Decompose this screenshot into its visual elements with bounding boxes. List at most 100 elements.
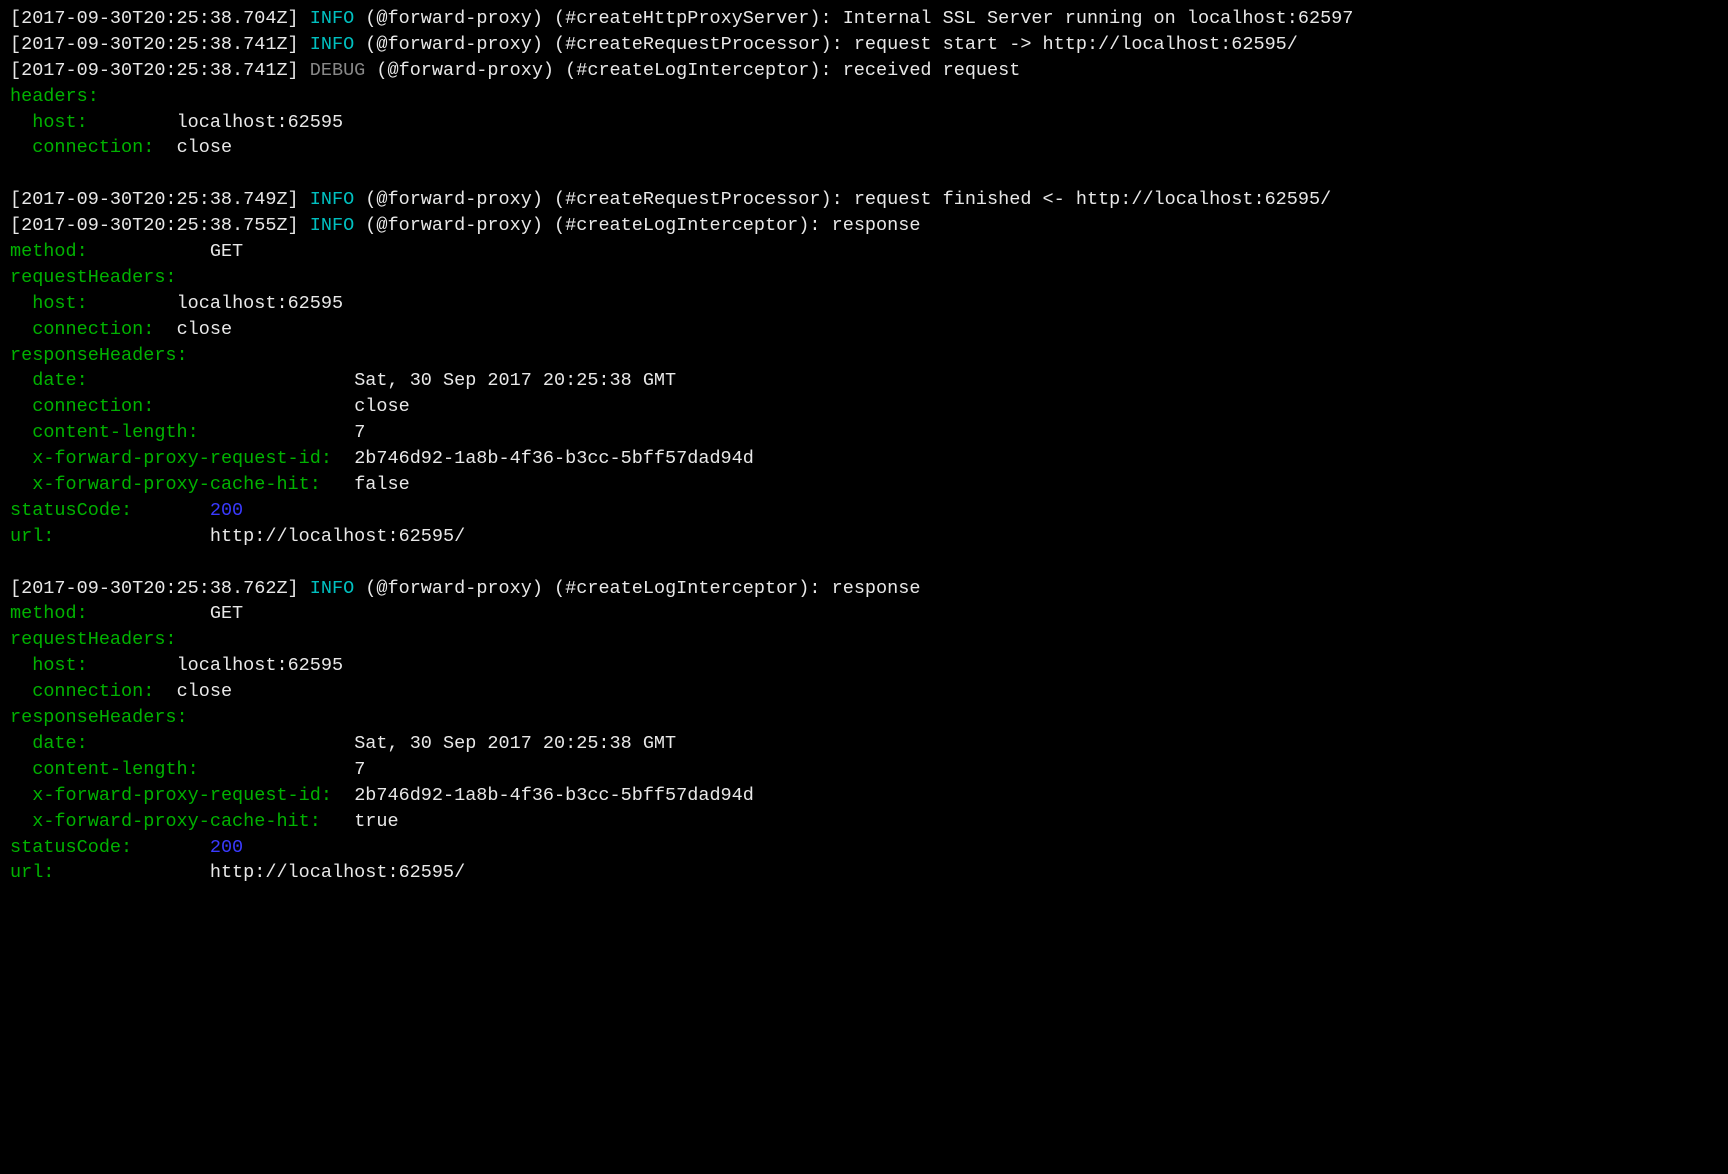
log-line: [2017-09-30T20:25:38.741Z] INFO (@forwar… (10, 32, 1718, 58)
log-message: received request (843, 60, 1021, 81)
log-namespace: (@forward-proxy) (365, 578, 543, 599)
log-namespace: (@forward-proxy) (365, 215, 543, 236)
log-line: responseHeaders: (10, 343, 1718, 369)
log-line: headers: (10, 84, 1718, 110)
log-line: statusCode: 200 (10, 498, 1718, 524)
log-timestamp: [2017-09-30T20:25:38.755Z] (10, 215, 299, 236)
kv-value: 7 (354, 422, 365, 443)
kv-key: requestHeaders: (10, 629, 177, 650)
log-timestamp: [2017-09-30T20:25:38.704Z] (10, 8, 299, 29)
kv-key: responseHeaders: (10, 345, 188, 366)
log-level: DEBUG (310, 60, 366, 81)
kv-value: localhost:62595 (177, 655, 344, 676)
log-level: INFO (310, 34, 354, 55)
kv-value: GET (210, 603, 243, 624)
log-line: method: GET (10, 601, 1718, 627)
log-line: [2017-09-30T20:25:38.749Z] INFO (@forwar… (10, 187, 1718, 213)
kv-value: GET (210, 241, 243, 262)
terminal-output: [2017-09-30T20:25:38.704Z] INFO (@forwar… (0, 0, 1728, 892)
log-line: date: Sat, 30 Sep 2017 20:25:38 GMT (10, 731, 1718, 757)
log-line: url: http://localhost:62595/ (10, 860, 1718, 886)
log-line: host: localhost:62595 (10, 110, 1718, 136)
kv-value: true (354, 811, 398, 832)
kv-key: method: (10, 603, 199, 624)
log-timestamp: [2017-09-30T20:25:38.741Z] (10, 60, 299, 81)
kv-value: 2b746d92-1a8b-4f36-b3cc-5bff57dad94d (354, 448, 754, 469)
log-line (10, 550, 1718, 576)
kv-key: content-length: (32, 422, 343, 443)
kv-key: x-forward-proxy-request-id: (32, 448, 343, 469)
kv-value: 7 (354, 759, 365, 780)
kv-key: responseHeaders: (10, 707, 188, 728)
kv-value: 200 (210, 837, 243, 858)
kv-key: method: (10, 241, 199, 262)
log-context: (#createLogInterceptor): (554, 578, 820, 599)
log-line: [2017-09-30T20:25:38.755Z] INFO (@forwar… (10, 213, 1718, 239)
log-line: [2017-09-30T20:25:38.704Z] INFO (@forwar… (10, 6, 1718, 32)
log-line: date: Sat, 30 Sep 2017 20:25:38 GMT (10, 368, 1718, 394)
log-line: host: localhost:62595 (10, 653, 1718, 679)
log-timestamp: [2017-09-30T20:25:38.749Z] (10, 189, 299, 210)
kv-key: x-forward-proxy-cache-hit: (32, 474, 343, 495)
log-line: [2017-09-30T20:25:38.762Z] INFO (@forwar… (10, 576, 1718, 602)
log-line: method: GET (10, 239, 1718, 265)
log-line: x-forward-proxy-cache-hit: false (10, 472, 1718, 498)
log-line: [2017-09-30T20:25:38.741Z] DEBUG (@forwa… (10, 58, 1718, 84)
kv-value: close (177, 681, 233, 702)
kv-value: http://localhost:62595/ (210, 526, 465, 547)
kv-value: 200 (210, 500, 243, 521)
log-context: (#createLogInterceptor): (554, 215, 820, 236)
kv-key: date: (32, 370, 343, 391)
kv-key: x-forward-proxy-request-id: (32, 785, 343, 806)
kv-key: url: (10, 526, 199, 547)
kv-value: close (177, 319, 233, 340)
log-message: Internal SSL Server running on localhost… (843, 8, 1354, 29)
kv-value: localhost:62595 (177, 293, 344, 314)
log-line: responseHeaders: (10, 705, 1718, 731)
log-line: requestHeaders: (10, 265, 1718, 291)
kv-key: content-length: (32, 759, 343, 780)
kv-key: connection: (32, 137, 165, 158)
log-message: response (832, 215, 921, 236)
log-line: statusCode: 200 (10, 835, 1718, 861)
kv-key: requestHeaders: (10, 267, 177, 288)
kv-key: connection: (32, 681, 165, 702)
kv-key: connection: (32, 319, 165, 340)
kv-key: date: (32, 733, 343, 754)
log-context: (#createRequestProcessor): (554, 34, 843, 55)
log-timestamp: [2017-09-30T20:25:38.762Z] (10, 578, 299, 599)
kv-key: url: (10, 862, 199, 883)
log-context: (#createRequestProcessor): (554, 189, 843, 210)
log-line (10, 161, 1718, 187)
log-line: x-forward-proxy-request-id: 2b746d92-1a8… (10, 446, 1718, 472)
kv-value: false (354, 474, 410, 495)
log-context: (#createHttpProxyServer): (554, 8, 832, 29)
log-message: request start -> http://localhost:62595/ (854, 34, 1298, 55)
kv-key: statusCode: (10, 500, 199, 521)
log-line: connection: close (10, 394, 1718, 420)
log-line: connection: close (10, 317, 1718, 343)
kv-key: host: (32, 293, 165, 314)
kv-value: 2b746d92-1a8b-4f36-b3cc-5bff57dad94d (354, 785, 754, 806)
log-message: response (832, 578, 921, 599)
kv-value: Sat, 30 Sep 2017 20:25:38 GMT (354, 733, 676, 754)
log-context: (#createLogInterceptor): (565, 60, 831, 81)
kv-value: http://localhost:62595/ (210, 862, 465, 883)
kv-key: host: (32, 655, 165, 676)
log-line: requestHeaders: (10, 627, 1718, 653)
kv-key: host: (32, 112, 165, 133)
log-namespace: (@forward-proxy) (365, 189, 543, 210)
log-namespace: (@forward-proxy) (365, 34, 543, 55)
kv-value: close (177, 137, 233, 158)
log-line: host: localhost:62595 (10, 291, 1718, 317)
log-namespace: (@forward-proxy) (376, 60, 554, 81)
log-line: connection: close (10, 679, 1718, 705)
kv-value: Sat, 30 Sep 2017 20:25:38 GMT (354, 370, 676, 391)
log-level: INFO (310, 578, 354, 599)
kv-value: close (354, 396, 410, 417)
kv-key: x-forward-proxy-cache-hit: (32, 811, 343, 832)
log-level: INFO (310, 215, 354, 236)
log-line: x-forward-proxy-request-id: 2b746d92-1a8… (10, 783, 1718, 809)
kv-key: connection: (32, 396, 343, 417)
log-line: content-length: 7 (10, 757, 1718, 783)
